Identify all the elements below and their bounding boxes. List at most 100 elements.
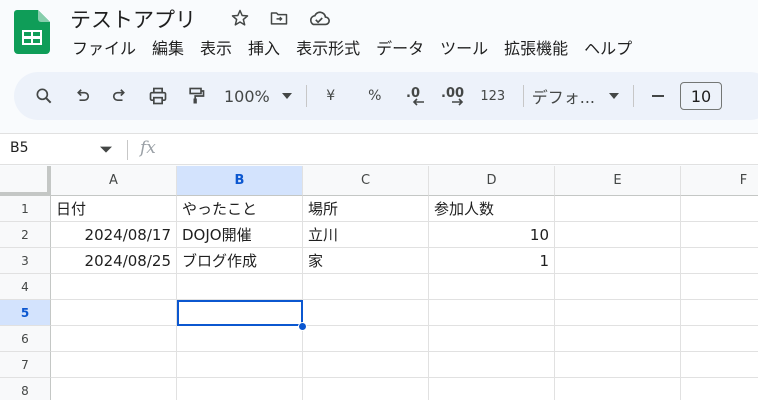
increase-decimal-icon[interactable]: .00 [439, 80, 471, 112]
cell-b8[interactable] [177, 378, 303, 400]
cell-a5[interactable] [51, 300, 177, 326]
menu-help[interactable]: ヘルプ [576, 36, 640, 62]
format-currency-button[interactable]: ¥ [315, 80, 347, 112]
cell-c6[interactable] [303, 326, 429, 352]
cell-a4[interactable] [51, 274, 177, 300]
cell-e4[interactable] [555, 274, 681, 300]
row-header-7[interactable]: 7 [0, 352, 51, 378]
cell-b2[interactable]: DOJO開催 [177, 222, 303, 248]
cell-c1[interactable]: 場所 [303, 196, 429, 222]
cell-d7[interactable] [429, 352, 555, 378]
cell-e6[interactable] [555, 326, 681, 352]
column-header-c[interactable]: C [303, 166, 429, 196]
cell-a8[interactable] [51, 378, 177, 400]
cell-c5[interactable] [303, 300, 429, 326]
column-header-b[interactable]: B [177, 166, 303, 196]
chevron-down-icon[interactable] [100, 140, 112, 159]
cell-d1[interactable]: 参加人数 [429, 196, 555, 222]
fx-icon: fx [140, 138, 156, 158]
zoom-select[interactable]: 100% [224, 80, 292, 112]
cell-b6[interactable] [177, 326, 303, 352]
menu-extensions[interactable]: 拡張機能 [496, 36, 576, 62]
cell-f4[interactable] [681, 274, 758, 300]
cell-d2[interactable]: 10 [429, 222, 555, 248]
cell-e7[interactable] [555, 352, 681, 378]
cell-f1[interactable] [681, 196, 758, 222]
decrease-font-size-icon[interactable] [642, 80, 674, 112]
cell-c8[interactable] [303, 378, 429, 400]
cell-d6[interactable] [429, 326, 555, 352]
zoom-value: 100% [224, 86, 270, 106]
cell-f8[interactable] [681, 378, 758, 400]
cell-a2[interactable]: 2024/08/17 [51, 222, 177, 248]
cell-b5[interactable] [177, 300, 303, 326]
row-header-5[interactable]: 5 [0, 300, 51, 326]
spreadsheet-app: テストアプリ ファイル 編集 表示 挿入 表示形式 データ ツール 拡張機能 ヘ… [0, 0, 758, 400]
cell-d8[interactable] [429, 378, 555, 400]
svg-text:.0: .0 [406, 86, 420, 101]
cell-e5[interactable] [555, 300, 681, 326]
name-box[interactable]: B5 [10, 140, 29, 156]
cell-e1[interactable] [555, 196, 681, 222]
cell-d5[interactable] [429, 300, 555, 326]
sheets-logo-icon[interactable] [14, 10, 50, 54]
menu-view[interactable]: 表示 [192, 36, 240, 62]
cell-f7[interactable] [681, 352, 758, 378]
cell-b4[interactable] [177, 274, 303, 300]
cell-d3[interactable]: 1 [429, 248, 555, 274]
menu-edit[interactable]: 編集 [144, 36, 192, 62]
star-icon[interactable] [228, 6, 252, 30]
row-header-3[interactable]: 3 [0, 248, 51, 274]
column-header-a[interactable]: A [51, 166, 177, 196]
column-header-d[interactable]: D [429, 166, 555, 196]
fill-handle[interactable] [298, 322, 307, 331]
cell-c4[interactable] [303, 274, 429, 300]
redo-icon[interactable] [104, 80, 136, 112]
move-to-folder-icon[interactable] [267, 6, 291, 30]
search-menus-icon[interactable] [28, 80, 60, 112]
format-percent-button[interactable]: % [359, 80, 391, 112]
cell-e8[interactable] [555, 378, 681, 400]
cell-b7[interactable] [177, 352, 303, 378]
cell-a3[interactable]: 2024/08/25 [51, 248, 177, 274]
decrease-decimal-icon[interactable]: .0 [401, 80, 433, 112]
row-header-1[interactable]: 1 [0, 196, 51, 222]
row-header-8[interactable]: 8 [0, 378, 51, 400]
menu-data[interactable]: データ [368, 36, 432, 62]
cloud-status-icon[interactable] [307, 6, 331, 30]
font-size-input[interactable]: 10 [680, 82, 723, 110]
cell-f2[interactable] [681, 222, 758, 248]
select-all-corner[interactable] [0, 166, 51, 196]
menu-tools[interactable]: ツール [432, 36, 496, 62]
cell-f3[interactable] [681, 248, 758, 274]
row-header-2[interactable]: 2 [0, 222, 51, 248]
cell-c3[interactable]: 家 [303, 248, 429, 274]
cell-a1[interactable]: 日付 [51, 196, 177, 222]
cell-b3[interactable]: ブログ作成 [177, 248, 303, 274]
cell-d4[interactable] [429, 274, 555, 300]
cell-a7[interactable] [51, 352, 177, 378]
more-formats-button[interactable]: 123 [477, 80, 509, 112]
cell-e2[interactable] [555, 222, 681, 248]
cell-f5[interactable] [681, 300, 758, 326]
menu-format[interactable]: 表示形式 [288, 36, 368, 62]
column-header-f[interactable]: F [681, 166, 758, 196]
document-title[interactable]: テストアプリ [70, 4, 196, 34]
print-icon[interactable] [142, 80, 174, 112]
cell-c7[interactable] [303, 352, 429, 378]
menu-file[interactable]: ファイル [64, 36, 144, 62]
more-formats-label: 123 [480, 88, 506, 104]
cell-b1[interactable]: やったこと [177, 196, 303, 222]
sheet-grid[interactable]: A B C D E F 1 2 3 4 5 6 7 8 日付 やったこと 場所 … [0, 166, 758, 400]
undo-icon[interactable] [66, 80, 98, 112]
font-family-select[interactable]: デフォ... [532, 80, 620, 112]
row-header-6[interactable]: 6 [0, 326, 51, 352]
menu-insert[interactable]: 挿入 [240, 36, 288, 62]
cell-c2[interactable]: 立川 [303, 222, 429, 248]
cell-e3[interactable] [555, 248, 681, 274]
cell-f6[interactable] [681, 326, 758, 352]
row-header-4[interactable]: 4 [0, 274, 51, 300]
paint-format-icon[interactable] [180, 80, 212, 112]
cell-a6[interactable] [51, 326, 177, 352]
column-header-e[interactable]: E [555, 166, 681, 196]
